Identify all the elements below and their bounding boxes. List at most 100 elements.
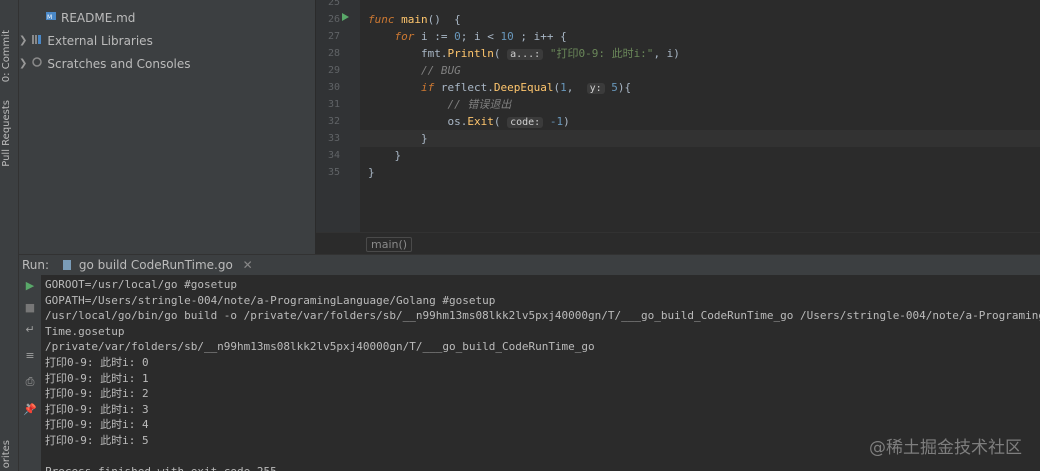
left-tool-strip: 0: Commit Pull Requests orites	[0, 0, 19, 471]
code-token: fmt.	[368, 47, 448, 60]
project-item-readme[interactable]: M README.md	[45, 8, 135, 28]
pin-icon[interactable]: 📌	[23, 403, 37, 417]
console-line: GOROOT=/usr/local/go #gosetup	[45, 278, 238, 291]
code-line[interactable]: func main() {	[368, 11, 461, 28]
go-file-icon	[63, 260, 71, 270]
soft-wrap-icon[interactable]: ↵	[23, 323, 37, 337]
code-token: -1	[549, 115, 564, 128]
run-gutter-icon[interactable]	[342, 13, 349, 21]
editor-breadcrumb: main()	[316, 232, 1040, 255]
rerun-icon[interactable]: ▶	[23, 279, 37, 293]
code-line[interactable]: // BUG	[368, 62, 461, 79]
line-number: 28	[327, 48, 340, 59]
code-token: 5	[611, 81, 618, 94]
code-token: 0	[454, 30, 461, 43]
sort-icon[interactable]: ≡	[23, 349, 37, 363]
svg-text:M: M	[47, 14, 52, 21]
code-token: DeepEqual	[493, 81, 554, 94]
code-token: main	[401, 13, 428, 26]
line-number: 33	[327, 133, 340, 144]
project-item-external-libraries[interactable]: ❯ External Libraries	[19, 31, 153, 51]
code-line[interactable]: // 错误退出	[368, 96, 511, 113]
console-line: 打印0-9: 此时i: 1	[45, 371, 149, 385]
parameter-hint: code:	[507, 117, 544, 128]
breadcrumb-item[interactable]: main()	[366, 237, 413, 252]
editor-gutter: 25 26 27 28 29 30 31 32 33 34 35	[316, 0, 360, 232]
code-token: (	[493, 115, 508, 128]
code-token: if	[420, 81, 435, 94]
commit-tab[interactable]: 0: Commit	[1, 30, 12, 82]
code-token: }	[368, 149, 402, 162]
code-token: ){	[617, 81, 632, 94]
console-line: 打印0-9: 此时i: 0	[45, 356, 149, 369]
markdown-file-icon: M	[45, 8, 57, 28]
code-line[interactable]: }	[368, 164, 375, 181]
line-number: 32	[327, 116, 340, 127]
line-number: 25	[327, 0, 340, 8]
code-token: (	[493, 47, 508, 60]
console-line: /usr/local/go/bin/go build -o /private/v…	[45, 309, 1040, 323]
close-icon[interactable]: ✕	[243, 258, 253, 272]
code-token: reflect.	[434, 81, 494, 94]
code-token: i :=	[414, 30, 455, 43]
project-item-label: README.md	[61, 11, 136, 25]
project-item-label: Scratches and Consoles	[47, 57, 191, 71]
run-toolbar: ▶ ■ ↵ ≡ ⎙ ✖ 📌	[19, 275, 41, 471]
code-line[interactable]: os.Exit( code: -1)	[368, 113, 570, 130]
code-token: ,	[566, 81, 587, 94]
code-token: func	[368, 13, 395, 26]
code-token: }	[368, 166, 375, 179]
code-token: ; i <	[460, 30, 501, 43]
project-item-scratches[interactable]: ❯ Scratches and Consoles	[19, 54, 191, 74]
console-line: 打印0-9: 此时i: 4	[45, 418, 149, 432]
pull-requests-tab[interactable]: Pull Requests	[1, 100, 12, 167]
print-icon[interactable]: ⎙	[23, 375, 37, 389]
code-line[interactable]: }	[368, 130, 428, 147]
code-token: for	[394, 30, 415, 43]
code-token: "打印0-9: 此时i:"	[549, 47, 654, 60]
code-token: os.	[368, 115, 468, 128]
chevron-right-icon[interactable]: ❯	[19, 54, 27, 74]
line-number: 34	[327, 150, 340, 161]
project-panel: M README.md ❯ External Libraries ❯ Scrat…	[19, 0, 316, 254]
run-panel-header: Run: go build CodeRunTime.go ✕	[19, 254, 1040, 278]
console-line: 打印0-9: 此时i: 3	[45, 402, 149, 416]
code-token: Println	[447, 47, 494, 60]
code-token: () {	[427, 13, 461, 26]
stop-icon[interactable]: ■	[23, 301, 37, 315]
console-line: /private/var/folders/sb/__n99hm13ms08lkk…	[45, 340, 595, 354]
project-item-label: External Libraries	[47, 34, 153, 48]
console-line: GOPATH=/Users/stringle-004/note/a-Progra…	[45, 293, 496, 307]
run-label: Run:	[22, 258, 50, 272]
current-line-highlight	[360, 130, 1040, 147]
console-line: 打印0-9: 此时i: 5	[45, 434, 149, 447]
scratches-icon	[31, 54, 43, 74]
watermark: @稀土掘金技术社区	[869, 438, 1022, 458]
code-line[interactable]: fmt.Println( a...: "打印0-9: 此时i:", i)	[368, 45, 680, 62]
code-token: }	[368, 132, 428, 145]
line-number: 26	[327, 14, 340, 25]
console-line: 打印0-9: 此时i: 2	[45, 387, 149, 401]
code-token: // 错误退出	[447, 98, 512, 111]
code-line[interactable]: }	[368, 147, 401, 164]
favorites-tab[interactable]: orites	[1, 440, 12, 468]
code-token: )	[563, 115, 570, 128]
parameter-hint: a...:	[507, 49, 544, 60]
line-number: 27	[327, 31, 340, 42]
chevron-right-icon[interactable]: ❯	[19, 31, 27, 51]
code-line[interactable]: if reflect.DeepEqual(1, y: 5){	[368, 79, 631, 96]
parameter-hint: y:	[586, 83, 605, 94]
library-icon	[31, 31, 43, 51]
code-token: Exit	[467, 115, 494, 128]
code-line[interactable]: for i := 0; i < 10 ; i++ {	[368, 28, 567, 45]
line-number: 35	[327, 167, 340, 178]
code-token: // BUG	[420, 64, 461, 77]
run-tab-label: go build CodeRunTime.go	[78, 258, 233, 272]
line-number: 31	[327, 99, 340, 110]
code-editor[interactable]: 25 26 27 28 29 30 31 32 33 34 35 main() func main(…	[316, 0, 1040, 255]
